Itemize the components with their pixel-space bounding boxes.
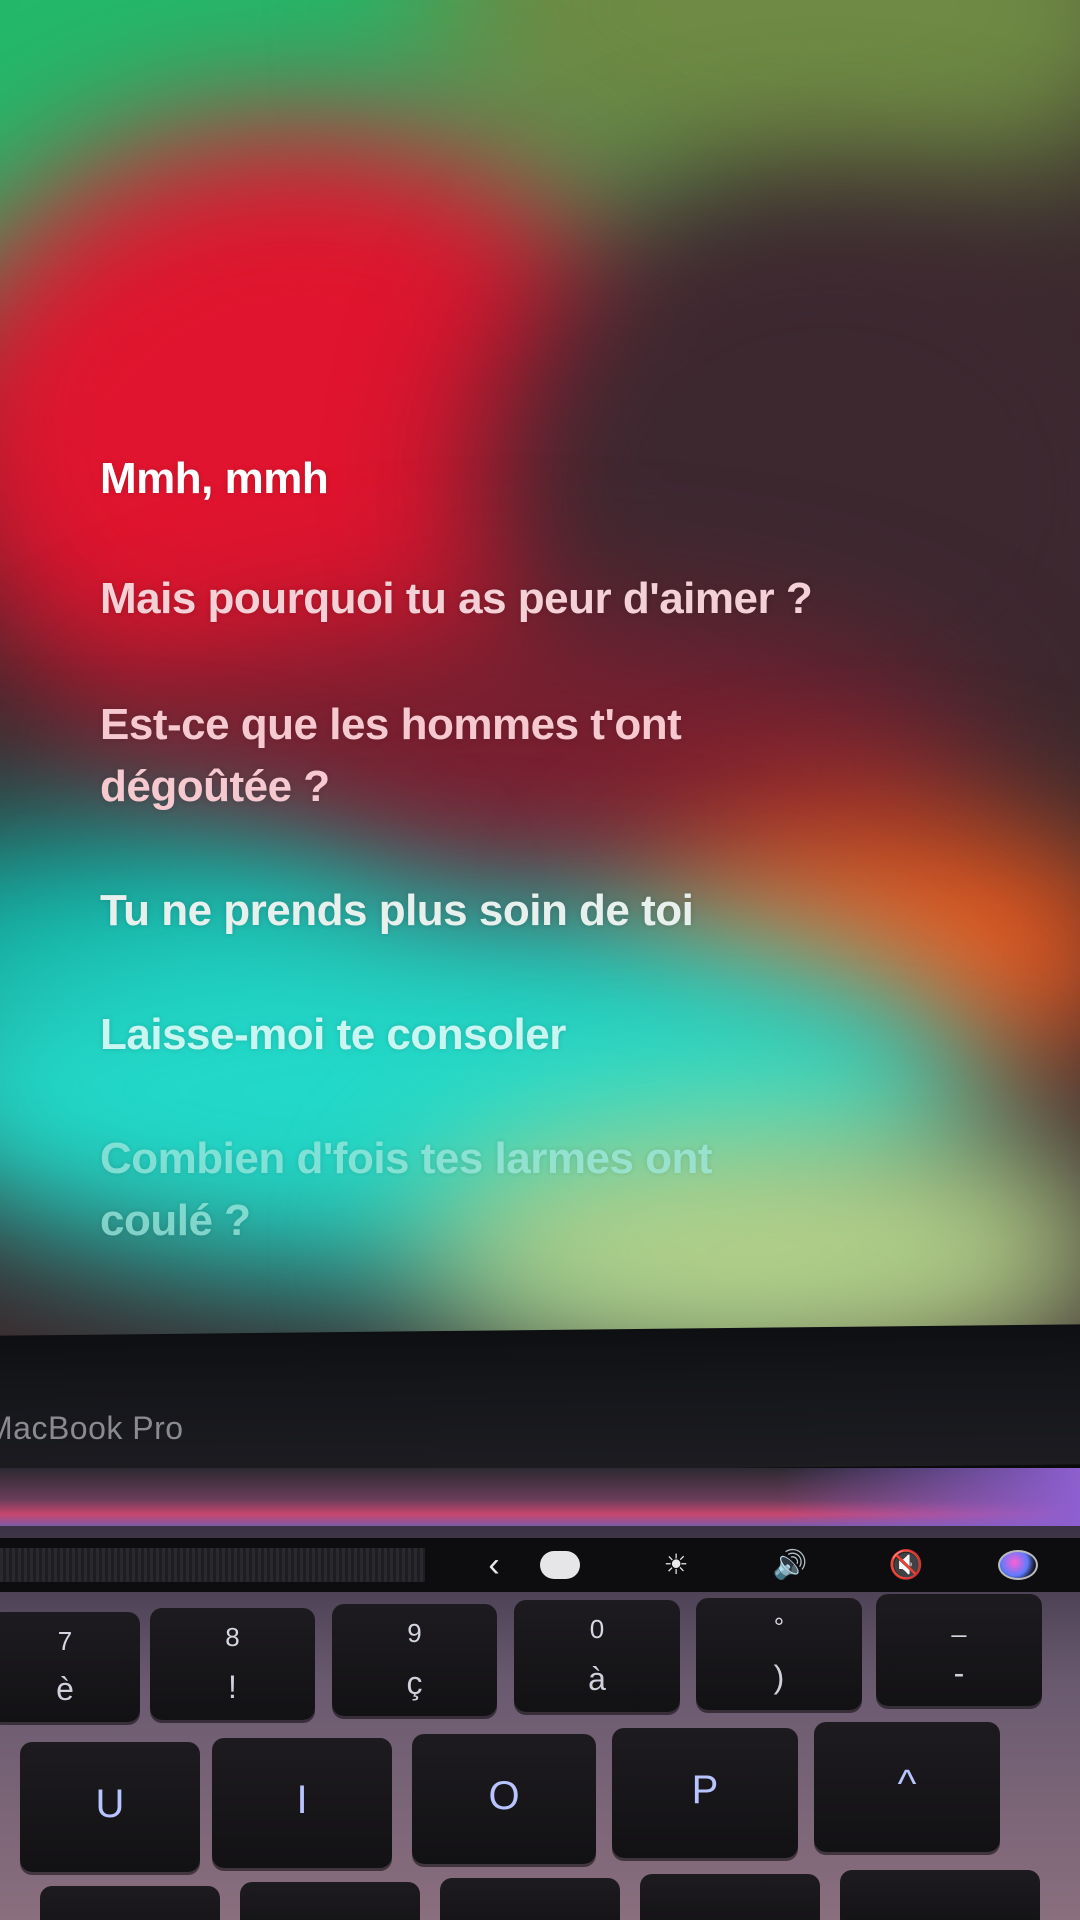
lyrics-screen: Mmh, mmh Mais pourquoi tu as peur d'aime…: [0, 0, 1080, 1340]
volume-icon[interactable]: 🔊: [760, 1546, 820, 1584]
key-7[interactable]: 7è: [0, 1612, 140, 1722]
screen-bezel: [0, 1324, 1080, 1476]
siri-icon[interactable]: [988, 1546, 1048, 1584]
key-bottom-row[interactable]: [440, 1878, 620, 1920]
key-bottom-row[interactable]: [840, 1870, 1040, 1920]
key-bottom-row[interactable]: [240, 1882, 420, 1920]
mute-icon[interactable]: 🔇: [876, 1546, 936, 1584]
lyric-line[interactable]: Est-ce que les hommes t'ont dégoûtée ?: [100, 694, 800, 818]
key-circumflex[interactable]: ^: [814, 1722, 1000, 1852]
brightness-icon[interactable]: ☀: [646, 1546, 706, 1584]
touch-bar: ‹ ☀ 🔊 🔇: [0, 1538, 1080, 1592]
photo-of-laptop: Mmh, mmh Mais pourquoi tu as peur d'aime…: [0, 0, 1080, 1920]
key-bottom-row[interactable]: [640, 1874, 820, 1920]
key-minus[interactable]: _ -: [876, 1594, 1042, 1706]
key-paren[interactable]: °): [696, 1598, 862, 1710]
lyric-line[interactable]: Mais pourquoi tu as peur d'aimer ?: [100, 568, 960, 630]
lyric-line[interactable]: Tu ne prends plus soin de toi: [100, 880, 960, 942]
key-9[interactable]: 9ç: [332, 1604, 497, 1716]
key-o[interactable]: O: [412, 1734, 596, 1864]
key-bottom-row[interactable]: [40, 1886, 220, 1920]
key-i[interactable]: I: [212, 1738, 392, 1868]
key-0[interactable]: 0à: [514, 1600, 680, 1712]
key-u[interactable]: U: [20, 1742, 200, 1872]
chevron-left-icon[interactable]: ‹: [464, 1546, 524, 1584]
lyric-line[interactable]: Combien d'fois tes larmes ont coulé ?: [100, 1128, 820, 1252]
key-8[interactable]: 8!: [150, 1608, 315, 1720]
lyric-line[interactable]: Laisse-moi te consoler: [100, 1004, 960, 1066]
lyrics-list: Mmh, mmh Mais pourquoi tu as peur d'aime…: [100, 448, 960, 1316]
brand-label: MacBook Pro: [0, 1410, 184, 1446]
laptop-hinge: [0, 1468, 1080, 1526]
screen-record-icon[interactable]: [530, 1546, 590, 1584]
touch-bar-scrubber[interactable]: [0, 1548, 425, 1582]
key-p[interactable]: P: [612, 1728, 798, 1858]
lyric-line-current[interactable]: Mmh, mmh: [100, 448, 960, 510]
